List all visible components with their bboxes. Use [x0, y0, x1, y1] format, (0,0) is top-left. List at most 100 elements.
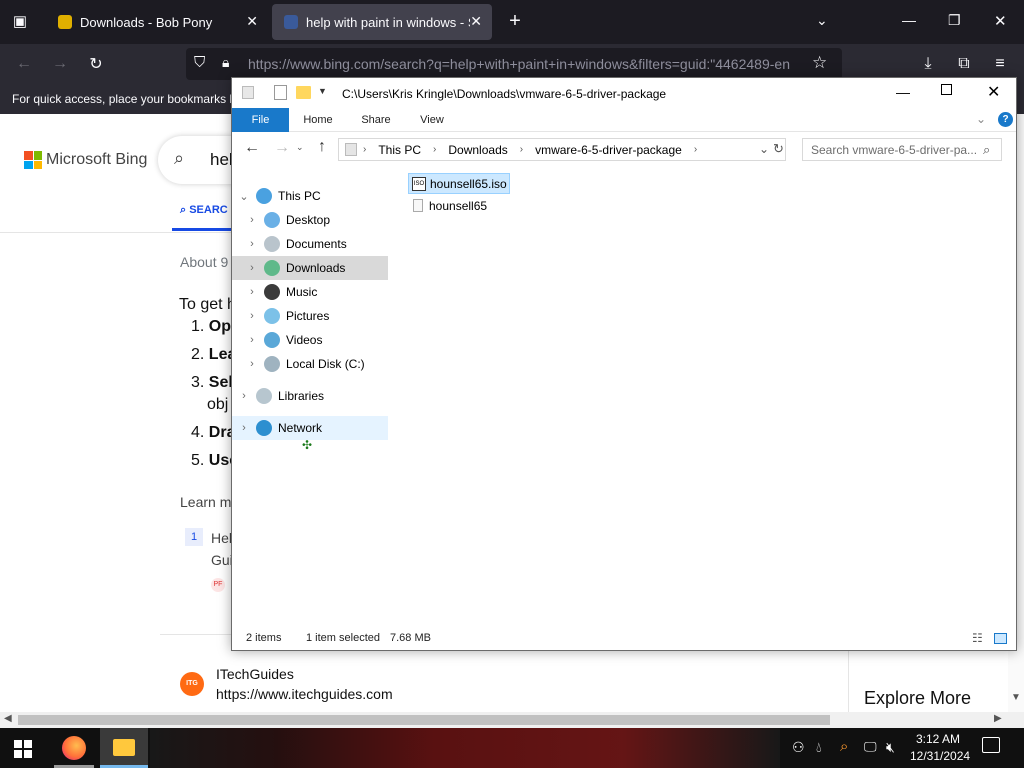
bing-logo-text[interactable]: Microsoft Bing [46, 151, 147, 169]
up-arrow-icon[interactable]: ↑ [318, 138, 326, 156]
downloads-icon[interactable]: ⤓ [914, 50, 942, 78]
nav-item-documents[interactable]: › Documents [244, 232, 388, 256]
details-view-icon[interactable]: ☷ [972, 631, 983, 645]
people-icon[interactable]: ⚇ [792, 739, 805, 756]
maximize-button[interactable] [941, 84, 952, 95]
list-all-tabs-chevron-icon[interactable]: ⌄ [816, 12, 828, 29]
folder-search-input[interactable]: Search vmware-6-5-driver-pa... ⌕ [802, 138, 1002, 161]
breadcrumb-separator-icon[interactable]: › [363, 144, 366, 155]
menu-hamburger-icon[interactable]: ≡ [986, 50, 1014, 78]
refresh-icon[interactable]: ↻ [773, 141, 784, 157]
tab-list-button[interactable]: ▣ [8, 10, 32, 34]
quick-access-dropdown-icon[interactable]: ▼ [318, 86, 327, 96]
bookmark-star-icon[interactable]: ☆ [812, 53, 827, 73]
nav-item-libraries[interactable]: › Libraries [236, 384, 388, 408]
recent-locations-chevron-icon[interactable]: ⌄ [296, 142, 304, 153]
close-tab-icon[interactable]: ✕ [470, 13, 482, 30]
page-horizontal-scrollbar[interactable]: ◀ ▶ [0, 712, 1024, 728]
explorer-title-bar[interactable]: ▼ C:\Users\Kris Kringle\Downloads\vmware… [232, 78, 1016, 108]
tab-share[interactable]: Share [351, 108, 401, 132]
source-name[interactable]: ITechGuides [216, 666, 294, 682]
notification-center-icon[interactable] [982, 737, 1000, 753]
new-folder-quick-icon[interactable] [296, 86, 311, 99]
address-bar[interactable]: › This PC › Downloads › vmware-6-5-drive… [338, 138, 786, 161]
new-tab-button[interactable]: + [504, 10, 526, 32]
nav-item-desktop[interactable]: › Desktop [244, 208, 388, 232]
firefox-taskbar-icon[interactable] [62, 736, 86, 760]
extensions-icon[interactable]: ⧉ [950, 50, 978, 78]
breadcrumb-separator-icon[interactable]: › [433, 144, 436, 155]
search-tray-icon[interactable]: ⌕ [840, 738, 848, 755]
citation-title-line2[interactable]: Gui [211, 552, 233, 568]
nav-item-music[interactable]: › Music [244, 280, 388, 304]
nav-item-pictures[interactable]: › Pictures [244, 304, 388, 328]
back-arrow-icon[interactable]: ← [10, 50, 38, 78]
expand-ribbon-chevron-icon[interactable]: ⌄ [976, 112, 986, 126]
tab-downloads-bob-pony[interactable]: Downloads - Bob Pony ✕ [46, 4, 268, 40]
itechguides-logo-icon[interactable]: ITG [180, 672, 204, 696]
help-icon[interactable]: ? [998, 112, 1013, 127]
collapsed-chevron-icon[interactable]: › [244, 334, 260, 346]
search-query-text[interactable]: hel [210, 150, 233, 170]
nav-item-local-disk[interactable]: › Local Disk (C:) [244, 352, 388, 376]
learn-more-link[interactable]: Learn m [180, 494, 231, 510]
microsoft-logo-icon[interactable] [24, 151, 42, 169]
collapsed-chevron-icon[interactable]: › [244, 286, 260, 298]
breadcrumb-separator-icon[interactable]: › [520, 144, 523, 155]
clock-date[interactable]: 12/31/2024 [910, 749, 970, 763]
forward-arrow-icon[interactable]: → [46, 50, 74, 78]
file-item-blank[interactable]: hounsell65 [408, 195, 510, 216]
close-tab-icon[interactable]: ✕ [246, 13, 258, 30]
collapsed-chevron-icon[interactable]: › [244, 310, 260, 322]
properties-quick-icon[interactable] [274, 85, 287, 100]
tab-view[interactable]: View [409, 108, 455, 132]
shield-icon[interactable]: ⛉ [194, 54, 205, 71]
network-tray-icon[interactable]: 🖵︎ [864, 739, 877, 755]
volume-muted-icon[interactable]: 🔇︎ [886, 739, 895, 756]
lock-icon[interactable]: 🔒︎ [222, 54, 229, 71]
collapsed-chevron-icon[interactable]: › [236, 390, 252, 402]
url-bar[interactable]: ⛉ 🔒︎ https://www.bing.com/search?q=help+… [186, 48, 842, 80]
url-text[interactable]: https://www.bing.com/search?q=help+with+… [248, 56, 804, 72]
scroll-down-arrow-icon[interactable]: ▼ [1011, 692, 1021, 703]
scroll-right-arrow-icon[interactable]: ▶ [994, 713, 1002, 724]
nav-item-network[interactable]: › Network [232, 416, 388, 440]
restore-window-button[interactable]: ❐ [948, 12, 961, 29]
forward-arrow-icon[interactable]: → [274, 139, 290, 157]
collapsed-chevron-icon[interactable]: › [236, 422, 252, 434]
tab-bing-search[interactable]: help with paint in windows - Se ✕ [272, 4, 492, 40]
start-windows-icon[interactable] [14, 740, 32, 758]
breadcrumb-this-pc[interactable]: This PC [378, 143, 421, 157]
reload-icon[interactable]: ↻ [82, 50, 110, 78]
breadcrumb-separator-icon[interactable]: › [694, 144, 697, 155]
tab-home[interactable]: Home [295, 108, 341, 132]
droplet-icon[interactable]: 💧︎ [816, 739, 822, 756]
address-history-chevron-icon[interactable]: ⌄ [759, 142, 769, 156]
breadcrumb-downloads[interactable]: Downloads [448, 143, 507, 157]
minimize-window-button[interactable]: — [902, 12, 916, 28]
nav-item-videos[interactable]: › Videos [244, 328, 388, 352]
file-explorer-taskbar-button[interactable] [100, 728, 148, 768]
file-item-iso[interactable]: ISO hounsell65.iso [408, 173, 510, 194]
horizontal-scroll-thumb[interactable] [18, 715, 830, 725]
back-arrow-icon[interactable]: ← [244, 139, 260, 157]
close-button[interactable]: ✕ [987, 82, 1000, 102]
tab-search[interactable]: ⌕ SEARC [180, 204, 228, 217]
nav-item-downloads[interactable]: › Downloads [232, 256, 388, 280]
search-icon[interactable]: ⌕ [983, 142, 990, 158]
citation-title-line1[interactable]: Hel [211, 530, 232, 546]
source-url[interactable]: https://www.itechguides.com [216, 686, 393, 702]
collapsed-chevron-icon[interactable]: › [244, 358, 260, 370]
tab-file[interactable]: File [232, 108, 289, 132]
breadcrumb-current-folder[interactable]: vmware-6-5-driver-package [535, 143, 682, 157]
expanded-chevron-icon[interactable]: ⌄ [236, 190, 252, 203]
collapsed-chevron-icon[interactable]: › [244, 262, 260, 274]
close-window-button[interactable]: ✕ [994, 12, 1007, 30]
collapsed-chevron-icon[interactable]: › [244, 214, 260, 226]
citation-number-badge[interactable]: 1 [185, 528, 203, 546]
minimize-button[interactable]: — [896, 84, 910, 100]
clock-time[interactable]: 3:12 AM [916, 732, 960, 746]
large-icons-view-icon[interactable] [994, 633, 1007, 644]
collapsed-chevron-icon[interactable]: › [244, 238, 260, 250]
nav-item-this-pc[interactable]: ⌄ This PC [236, 184, 388, 208]
